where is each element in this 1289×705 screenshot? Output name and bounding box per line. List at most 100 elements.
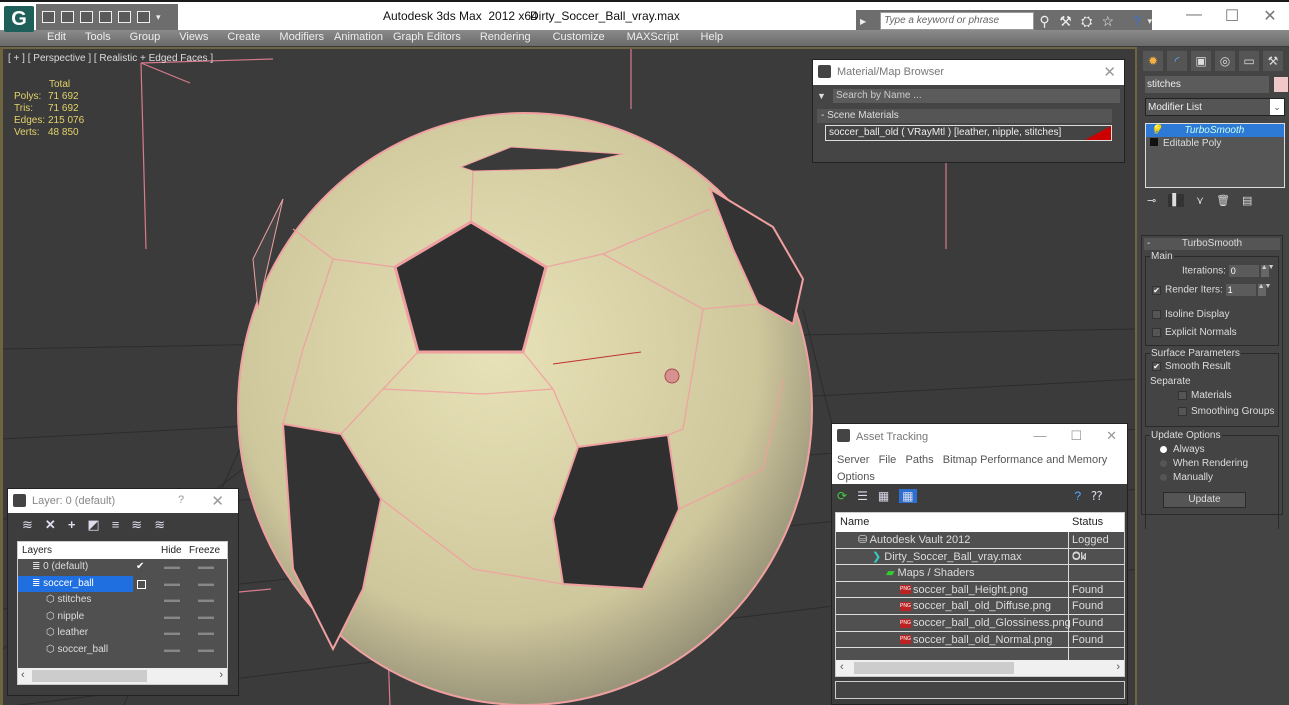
menu-graph-editors[interactable]: Graph Editors bbox=[393, 30, 461, 46]
maximize-button[interactable]: ☐ bbox=[1213, 6, 1251, 26]
redo-icon[interactable] bbox=[118, 11, 131, 23]
asset-row[interactable]: PNG soccer_ball_Height.png Found bbox=[836, 582, 1124, 599]
render-iters-spinner[interactable]: 1 bbox=[1225, 284, 1256, 296]
materials-checkbox[interactable] bbox=[1178, 390, 1187, 400]
display-tab-icon[interactable]: ▭ bbox=[1239, 51, 1259, 71]
close-icon[interactable]: ✕ bbox=[1103, 63, 1116, 81]
project-folder-icon[interactable] bbox=[99, 11, 112, 23]
select-objects-icon[interactable]: ◩ bbox=[87, 517, 99, 533]
scroll-right-icon[interactable]: › bbox=[1116, 661, 1120, 673]
create-tab-icon[interactable]: ✹ bbox=[1143, 51, 1163, 71]
close-button[interactable]: ✕ bbox=[1251, 6, 1289, 26]
close-button[interactable]: ✕ bbox=[1106, 428, 1117, 444]
asset-row[interactable]: ❯ Dirty_Soccer_Ball_vray.max Ok bbox=[836, 549, 1124, 566]
scrollbar-thumb[interactable] bbox=[32, 670, 147, 682]
show-end-result-icon[interactable]: ▌ bbox=[1168, 194, 1185, 207]
delete-layer-icon[interactable]: ✕ bbox=[45, 517, 56, 533]
table-view-icon[interactable]: ▦ bbox=[899, 489, 917, 503]
spinner-arrows-icon[interactable]: ▲▼ bbox=[1260, 264, 1275, 277]
asset-row[interactable]: PNG soccer_ball_old_Normal.png Found bbox=[836, 632, 1124, 649]
scroll-right-icon[interactable]: › bbox=[219, 669, 223, 681]
radio-icon[interactable] bbox=[1160, 473, 1167, 481]
highlight-layer-icon[interactable]: ≡ bbox=[112, 517, 120, 533]
object-name-input[interactable]: stitches bbox=[1145, 76, 1269, 93]
make-unique-icon[interactable]: ⋎ bbox=[1196, 194, 1204, 207]
help-icon[interactable]: ? bbox=[1126, 13, 1147, 29]
configure-sets-icon[interactable]: ▤ bbox=[1242, 194, 1252, 207]
maximize-button[interactable]: ☐ bbox=[1070, 428, 1082, 444]
create-layer-icon[interactable]: ≋ bbox=[22, 517, 33, 533]
satellite-icon[interactable]: ⛭ bbox=[1076, 13, 1097, 30]
radio-selected-icon[interactable] bbox=[1160, 445, 1167, 453]
thumbnail-view-icon[interactable]: ▦ bbox=[878, 489, 889, 503]
viewport-label[interactable]: [ + ] [ Perspective ] [ Realistic + Edge… bbox=[8, 53, 213, 64]
undo-icon[interactable] bbox=[80, 11, 93, 23]
refresh-icon[interactable]: ⟳ bbox=[837, 489, 847, 503]
layer-row[interactable]: ≣ soccer_ball ▬▬ ▬▬ bbox=[18, 575, 227, 593]
object-color-swatch[interactable] bbox=[1274, 77, 1288, 92]
context-help-icon[interactable]: ⁇ bbox=[1091, 489, 1102, 503]
update-manually-radio[interactable]: Manually bbox=[1160, 472, 1213, 483]
menu-options[interactable]: Options bbox=[837, 471, 875, 483]
horizontal-scrollbar[interactable]: ‹ › bbox=[18, 668, 227, 684]
set-current-layer-box[interactable] bbox=[137, 579, 146, 589]
object-row[interactable]: ⬡ nipple ▬▬ ▬▬ bbox=[18, 609, 227, 626]
menu-server[interactable]: Server bbox=[837, 454, 869, 466]
pin-stack-icon[interactable]: ⊸ bbox=[1147, 194, 1156, 207]
utilities-tab-icon[interactable]: ⚒ bbox=[1263, 51, 1283, 71]
asset-row[interactable]: ▰ Maps / Shaders bbox=[836, 565, 1124, 582]
freeze-all-layers-icon[interactable]: ≋ bbox=[154, 517, 165, 533]
object-row[interactable]: ⬡ leather ▬▬ ▬▬ bbox=[18, 625, 227, 642]
open-file-icon[interactable] bbox=[42, 11, 55, 23]
wrench-icon[interactable]: ⚒ bbox=[1055, 13, 1076, 30]
asset-row[interactable]: ⛁ Autodesk Vault 2012 Logged Ou bbox=[836, 532, 1124, 562]
col-layers[interactable]: Layers bbox=[22, 545, 52, 556]
chevron-down-icon[interactable]: ⌄ bbox=[1270, 99, 1284, 115]
menu-maxscript[interactable]: MAXScript bbox=[627, 30, 679, 46]
turbosmooth-rollout-header[interactable]: - TurboSmooth bbox=[1144, 238, 1280, 250]
search-by-name-input[interactable]: Search by Name ... bbox=[817, 89, 1120, 103]
col-status[interactable]: Status bbox=[1072, 516, 1103, 528]
update-always-radio[interactable]: Always bbox=[1160, 444, 1205, 455]
menu-create[interactable]: Create bbox=[227, 30, 260, 46]
hold-icon[interactable] bbox=[137, 11, 150, 23]
binoculars-icon[interactable]: ⚲ bbox=[1034, 13, 1055, 30]
add-to-layer-icon[interactable]: + bbox=[68, 517, 76, 533]
minimize-button[interactable]: — bbox=[1175, 6, 1213, 26]
explicit-normals-checkbox[interactable] bbox=[1152, 327, 1161, 337]
asset-tracking-titlebar[interactable]: Asset Tracking — ☐ ✕ Server File Paths B… bbox=[832, 424, 1127, 484]
help-dropdown-icon[interactable]: ▾ bbox=[1147, 16, 1152, 27]
update-button[interactable]: Update bbox=[1163, 492, 1246, 508]
menu-tools[interactable]: Tools bbox=[85, 30, 111, 46]
spinner-arrows-icon[interactable]: ▲▼ bbox=[1257, 283, 1271, 296]
hide-all-layers-icon[interactable]: ≋ bbox=[131, 517, 142, 533]
scroll-left-icon[interactable]: ‹ bbox=[840, 661, 844, 673]
modify-tab-icon[interactable]: ◜ bbox=[1167, 51, 1187, 71]
menu-help[interactable]: Help bbox=[701, 30, 724, 46]
stack-item-turbosmooth[interactable]: 💡 TurboSmooth bbox=[1146, 124, 1284, 137]
asset-row[interactable]: PNG soccer_ball_old_Diffuse.png Found bbox=[836, 598, 1124, 615]
lightbulb-icon[interactable]: 💡 bbox=[1150, 125, 1162, 136]
menu-edit[interactable]: Edit bbox=[47, 30, 66, 46]
save-icon[interactable] bbox=[61, 11, 74, 23]
menu-animation[interactable]: Animation bbox=[334, 30, 383, 46]
menu-views[interactable]: Views bbox=[179, 30, 208, 46]
help-icon[interactable]: ? bbox=[1075, 489, 1082, 503]
scroll-left-icon[interactable]: ‹ bbox=[21, 669, 25, 681]
col-name[interactable]: Name bbox=[840, 516, 869, 528]
menu-group[interactable]: Group bbox=[130, 30, 161, 46]
horizontal-scrollbar[interactable]: ‹ › bbox=[836, 660, 1124, 676]
layer-row[interactable]: ≣ 0 (default) ✔ ▬▬ ▬▬ bbox=[18, 559, 227, 576]
scene-materials-group[interactable]: - Scene Materials bbox=[817, 109, 1112, 123]
asset-row[interactable]: PNG soccer_ball_old_Glossiness.png Found bbox=[836, 615, 1124, 632]
menu-rendering[interactable]: Rendering bbox=[480, 30, 531, 46]
modifier-list-dropdown[interactable]: Modifier List ⌄ bbox=[1145, 98, 1285, 116]
radio-icon[interactable] bbox=[1160, 459, 1167, 467]
material-browser-titlebar[interactable]: Material/Map Browser ✕ bbox=[813, 60, 1124, 85]
remove-modifier-icon[interactable]: 🗑 bbox=[1216, 194, 1230, 207]
asset-path-field[interactable] bbox=[835, 681, 1125, 699]
motion-tab-icon[interactable]: ◎ bbox=[1215, 51, 1235, 71]
favorites-star-icon[interactable]: ☆ bbox=[1097, 13, 1118, 30]
isoline-display-checkbox[interactable] bbox=[1152, 309, 1161, 319]
stack-item-editable-poly[interactable]: Editable Poly bbox=[1146, 137, 1284, 150]
